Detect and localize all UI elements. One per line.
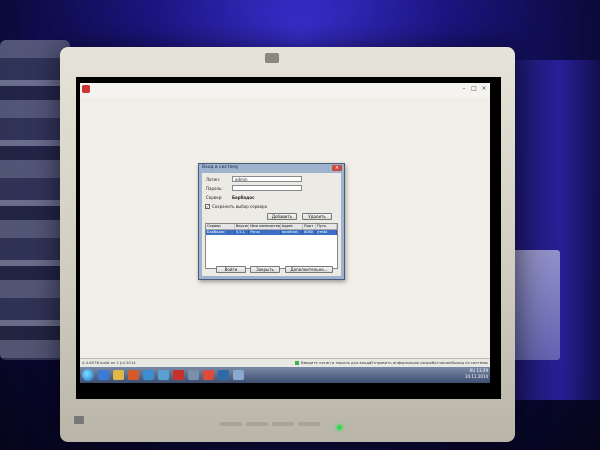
login-button[interactable]: Войти [216, 266, 246, 273]
login-dialog: Вход в систему × Логин: admin Пароль: Се… [198, 163, 345, 280]
row-version: 5.5.1 [235, 230, 250, 235]
bezel-button[interactable] [246, 422, 268, 426]
calculator-icon[interactable] [188, 370, 199, 380]
network-icon[interactable] [143, 370, 154, 380]
window-icon[interactable] [233, 370, 244, 380]
power-led-icon [337, 425, 342, 430]
row-path: /resto [316, 230, 337, 235]
version-text: 4.4.6576 build on 1 Jul 2014 [82, 360, 136, 365]
word-icon[interactable] [218, 370, 229, 380]
status-message: Введите логин и пароль для входа [295, 359, 371, 367]
dialog-body: Логин: admin Пароль: Сервер: Барбадос ✓ … [202, 173, 341, 276]
row-address: localhost [281, 230, 303, 235]
hp-logo-icon [265, 53, 279, 63]
table-row[interactable]: Барбадос 5.5.1 Parus localhost 8080 /res… [206, 230, 337, 235]
close-icon[interactable]: × [480, 86, 488, 92]
server-label: Сервер: [206, 195, 223, 200]
logout-link[interactable]: Выход из системы [451, 359, 488, 367]
advanced-button[interactable]: Дополнительно... [285, 266, 333, 273]
brand-badge-icon [74, 416, 84, 424]
remember-server-checkbox[interactable]: ✓ [205, 204, 210, 209]
chrome-icon[interactable] [203, 370, 214, 380]
status-bar: 4.4.6576 build on 1 Jul 2014 Введите лог… [80, 358, 490, 367]
taskbar: RU 13:29 24.11.2014 [80, 367, 490, 383]
password-field[interactable] [232, 185, 302, 191]
send-report-link[interactable]: Отправить информацию разработчикам [370, 359, 451, 367]
add-button[interactable]: Добавить [267, 213, 297, 220]
password-label: Пароль: [206, 186, 223, 191]
login-field[interactable]: admin [232, 176, 302, 182]
folder-icon[interactable] [113, 370, 124, 380]
remember-server-label: Сохранить выбор сервера [212, 204, 268, 209]
monitor: – □ × Вход в систему × Логин: admin Паро… [60, 47, 515, 442]
row-server: Барбадос [206, 230, 235, 235]
dialog-title: Вход в систему [202, 165, 239, 170]
header-version[interactable]: Версия [235, 224, 250, 229]
server-value: Барбадос [232, 195, 255, 200]
login-label: Логин: [206, 177, 221, 182]
close-button[interactable]: Закрыть [250, 266, 280, 273]
desktop: – □ × Вход в систему × Логин: admin Паро… [80, 83, 490, 383]
bezel-button[interactable] [298, 422, 320, 426]
minimize-icon[interactable]: – [460, 86, 468, 92]
skype-icon[interactable] [158, 370, 169, 380]
clock-time[interactable]: 13:29 [476, 368, 488, 373]
dialog-close-button[interactable]: × [332, 165, 342, 171]
app-red-icon[interactable] [173, 370, 184, 380]
app-titlebar: – □ × [80, 83, 490, 97]
header-address[interactable]: Адрес [281, 224, 303, 229]
row-computer: Parus [249, 230, 281, 235]
maximize-icon[interactable]: □ [470, 86, 478, 92]
start-button[interactable] [82, 369, 94, 381]
header-path[interactable]: Путь [316, 224, 337, 229]
bezel-button[interactable] [272, 422, 294, 426]
row-port: 8080 [303, 230, 317, 235]
bezel-buttons [220, 422, 320, 426]
ie-icon[interactable] [98, 370, 109, 380]
header-server[interactable]: Сервер [206, 224, 235, 229]
server-table: Сервер Версия Имя компьютера Адрес Порт … [205, 223, 338, 269]
bezel-button[interactable] [220, 422, 242, 426]
language-indicator[interactable]: RU [469, 368, 475, 373]
delete-button[interactable]: Удалить [302, 213, 332, 220]
app-icon [82, 85, 90, 93]
header-computer[interactable]: Имя компьютера [249, 224, 281, 229]
header-port[interactable]: Порт [303, 224, 317, 229]
media-player-icon[interactable] [128, 370, 139, 380]
clock-date[interactable]: 24.11.2014 [465, 374, 488, 379]
system-tray: RU 13:29 24.11.2014 [465, 368, 488, 380]
screen: – □ × Вход в систему × Логин: admin Паро… [76, 77, 501, 399]
